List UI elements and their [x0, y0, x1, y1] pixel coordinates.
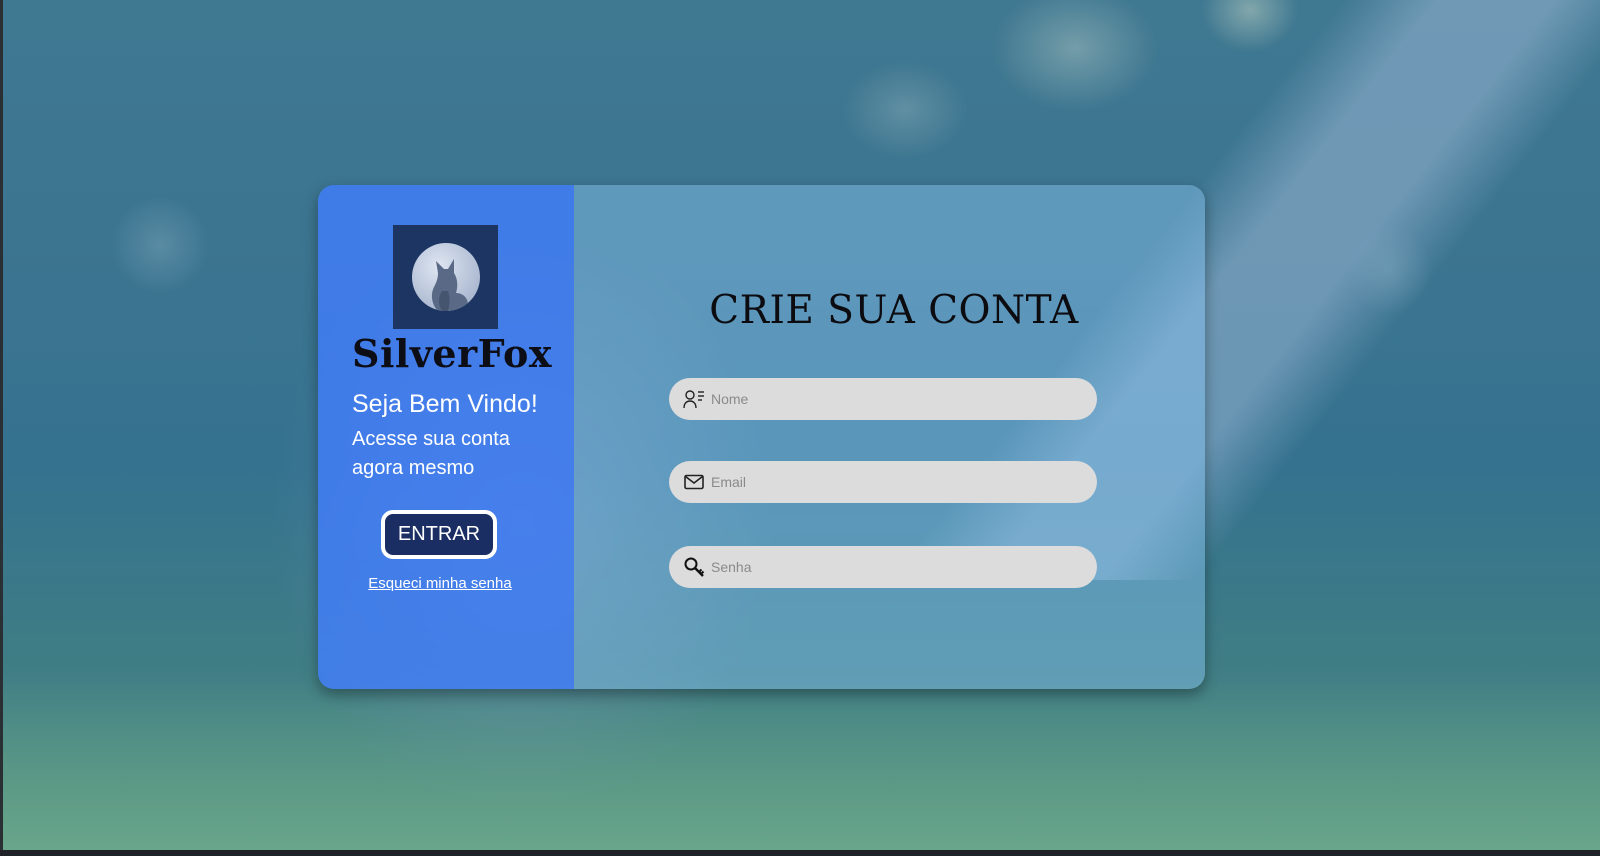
name-field[interactable]	[669, 377, 1097, 421]
user-card-icon	[683, 388, 705, 410]
name-input[interactable]	[705, 377, 1097, 421]
password-field[interactable]	[669, 545, 1097, 589]
login-button[interactable]: ENTRAR	[381, 510, 497, 559]
mail-icon	[683, 471, 705, 493]
welcome-subtitle: Acesse sua conta agora mesmo	[352, 428, 510, 479]
key-icon	[683, 556, 705, 578]
fox-logo-icon	[411, 243, 480, 311]
email-input[interactable]	[705, 460, 1097, 504]
brand-name: SilverFox	[352, 331, 552, 376]
auth-card: SilverFox Seja Bem Vindo! Acesse sua con…	[318, 185, 1205, 689]
grass-background-shape	[0, 680, 1600, 850]
password-input[interactable]	[705, 545, 1097, 589]
window-edge	[0, 0, 3, 850]
signup-panel: CRIE SUA CONTA	[574, 185, 1205, 689]
signup-title: CRIE SUA CONTA	[709, 288, 1079, 333]
background-photo: SilverFox Seja Bem Vindo! Acesse sua con…	[0, 0, 1600, 850]
welcome-heading: Seja Bem Vindo!	[352, 390, 538, 418]
email-field[interactable]	[669, 460, 1097, 504]
welcome-panel: SilverFox Seja Bem Vindo! Acesse sua con…	[318, 185, 574, 689]
forgot-password-link[interactable]: Esqueci minha senha	[365, 575, 515, 592]
logo	[393, 225, 498, 329]
